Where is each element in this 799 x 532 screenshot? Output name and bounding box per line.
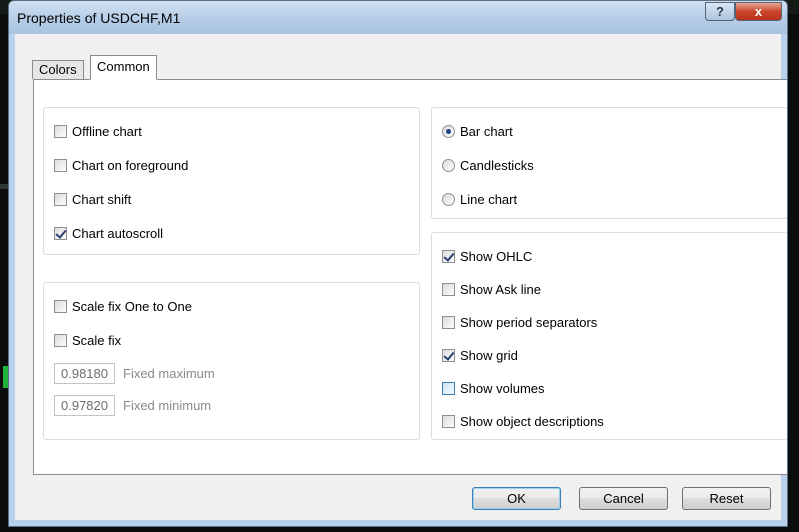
show-object-descriptions-option[interactable]: Show object descriptions	[442, 412, 604, 430]
fixed-maximum-field[interactable]: 0.98180	[54, 363, 115, 384]
bar-chart-radio[interactable]	[442, 124, 455, 138]
chart-autoscroll-label: Chart autoscroll	[72, 225, 164, 241]
offline-chart-checkbox[interactable]	[54, 124, 67, 138]
line-chart-option[interactable]: Line chart	[442, 190, 517, 208]
chart-shift-checkbox[interactable]	[54, 192, 67, 206]
close-button[interactable]: x	[735, 2, 782, 21]
bar-chart-label: Bar chart	[460, 123, 513, 139]
chart-shift-option[interactable]: Chart shift	[54, 190, 131, 208]
display-options-group: Show OHLC Show Ask line Show period sepa…	[431, 232, 787, 440]
scale-fix-label: Scale fix	[72, 332, 122, 348]
offline-chart-label: Offline chart	[72, 123, 142, 139]
dialog-client-area: Colors Common Offline chart Chart on for…	[15, 34, 787, 520]
chart-autoscroll-option[interactable]: Chart autoscroll	[54, 224, 163, 242]
show-grid-label: Show grid	[460, 347, 518, 363]
bar-chart-option[interactable]: Bar chart	[442, 122, 513, 140]
show-period-separators-checkbox[interactable]	[442, 315, 455, 329]
chart-on-foreground-checkbox[interactable]	[54, 158, 67, 172]
show-ohlc-option[interactable]: Show OHLC	[442, 247, 532, 265]
offline-chart-option[interactable]: Offline chart	[54, 122, 142, 140]
help-icon: ?	[716, 4, 724, 19]
line-chart-label: Line chart	[460, 191, 518, 207]
scale-fix-one-to-one-label: Scale fix One to One	[72, 298, 192, 314]
fixed-minimum-row: 0.97820 Fixed minimum	[54, 395, 211, 416]
background-chart-mark	[0, 184, 8, 189]
reset-button[interactable]: Reset	[682, 487, 771, 510]
show-period-separators-option[interactable]: Show period separators	[442, 313, 597, 331]
help-button[interactable]: ?	[705, 2, 735, 21]
chart-options-group: Offline chart Chart on foreground Chart …	[43, 107, 420, 255]
tab-common[interactable]: Common	[90, 55, 157, 80]
show-grid-checkbox[interactable]	[442, 348, 455, 362]
properties-dialog: Properties of USDCHF,M1 ? x Colors Commo…	[8, 0, 788, 527]
dialog-titlebar[interactable]: Properties of USDCHF,M1 ? x	[9, 1, 787, 34]
show-object-descriptions-checkbox[interactable]	[442, 414, 455, 428]
common-tab-panel: Offline chart Chart on foreground Chart …	[33, 79, 787, 475]
show-ohlc-checkbox[interactable]	[442, 249, 455, 263]
cancel-button[interactable]: Cancel	[579, 487, 668, 510]
show-period-separators-label: Show period separators	[460, 314, 598, 330]
show-volumes-option[interactable]: Show volumes	[442, 379, 545, 397]
close-icon: x	[754, 4, 763, 19]
chart-on-foreground-label: Chart on foreground	[72, 157, 189, 173]
chart-on-foreground-option[interactable]: Chart on foreground	[54, 156, 188, 174]
ok-button[interactable]: OK	[472, 487, 561, 510]
show-volumes-label: Show volumes	[460, 380, 545, 396]
chart-shift-label: Chart shift	[72, 191, 132, 207]
scale-fix-one-to-one-option[interactable]: Scale fix One to One	[54, 297, 192, 315]
fixed-minimum-label: Fixed minimum	[123, 398, 212, 413]
show-ohlc-label: Show OHLC	[460, 248, 533, 264]
line-chart-radio[interactable]	[442, 192, 455, 206]
show-volumes-checkbox[interactable]	[442, 381, 455, 395]
scale-options-group: Scale fix One to One Scale fix 0.98180 F…	[43, 282, 420, 440]
show-ask-line-checkbox[interactable]	[442, 282, 455, 296]
tab-colors[interactable]: Colors	[32, 60, 84, 79]
candlesticks-radio[interactable]	[442, 158, 455, 172]
scale-fix-option[interactable]: Scale fix	[54, 331, 121, 349]
fixed-maximum-row: 0.98180 Fixed maximum	[54, 363, 215, 384]
fixed-maximum-label: Fixed maximum	[123, 366, 215, 381]
show-grid-option[interactable]: Show grid	[442, 346, 518, 364]
chart-autoscroll-checkbox[interactable]	[54, 226, 67, 240]
show-object-descriptions-label: Show object descriptions	[460, 413, 604, 429]
fixed-minimum-field[interactable]: 0.97820	[54, 395, 115, 416]
show-ask-line-label: Show Ask line	[460, 281, 541, 297]
scale-fix-one-to-one-checkbox[interactable]	[54, 299, 67, 313]
candlesticks-label: Candlesticks	[460, 157, 534, 173]
scale-fix-checkbox[interactable]	[54, 333, 67, 347]
chart-type-group: Bar chart Candlesticks Line chart	[431, 107, 787, 219]
dialog-title: Properties of USDCHF,M1	[17, 10, 181, 26]
show-ask-line-option[interactable]: Show Ask line	[442, 280, 541, 298]
candlesticks-option[interactable]: Candlesticks	[442, 156, 534, 174]
